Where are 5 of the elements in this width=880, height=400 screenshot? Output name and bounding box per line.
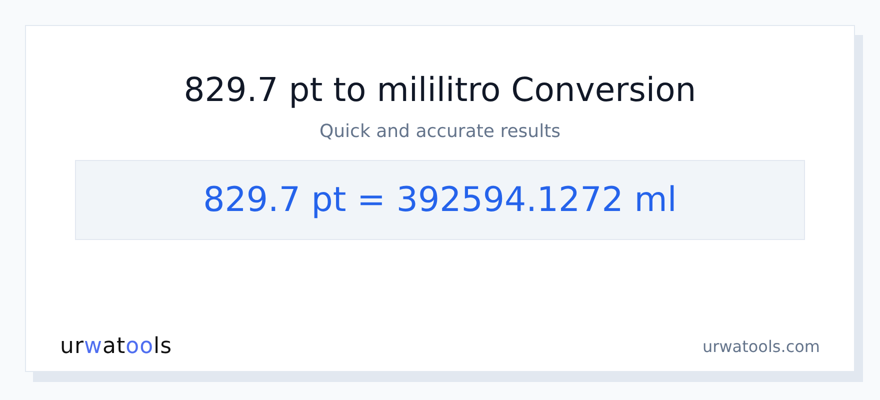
page-title: 829.7 pt to mililitro Conversion (184, 69, 696, 111)
logo: urwatools (60, 334, 172, 359)
subtitle: Quick and accurate results (319, 120, 561, 144)
result-text: 829.7 pt = 392594.1272 ml (203, 180, 677, 220)
site-url: urwatools.com (702, 337, 820, 356)
